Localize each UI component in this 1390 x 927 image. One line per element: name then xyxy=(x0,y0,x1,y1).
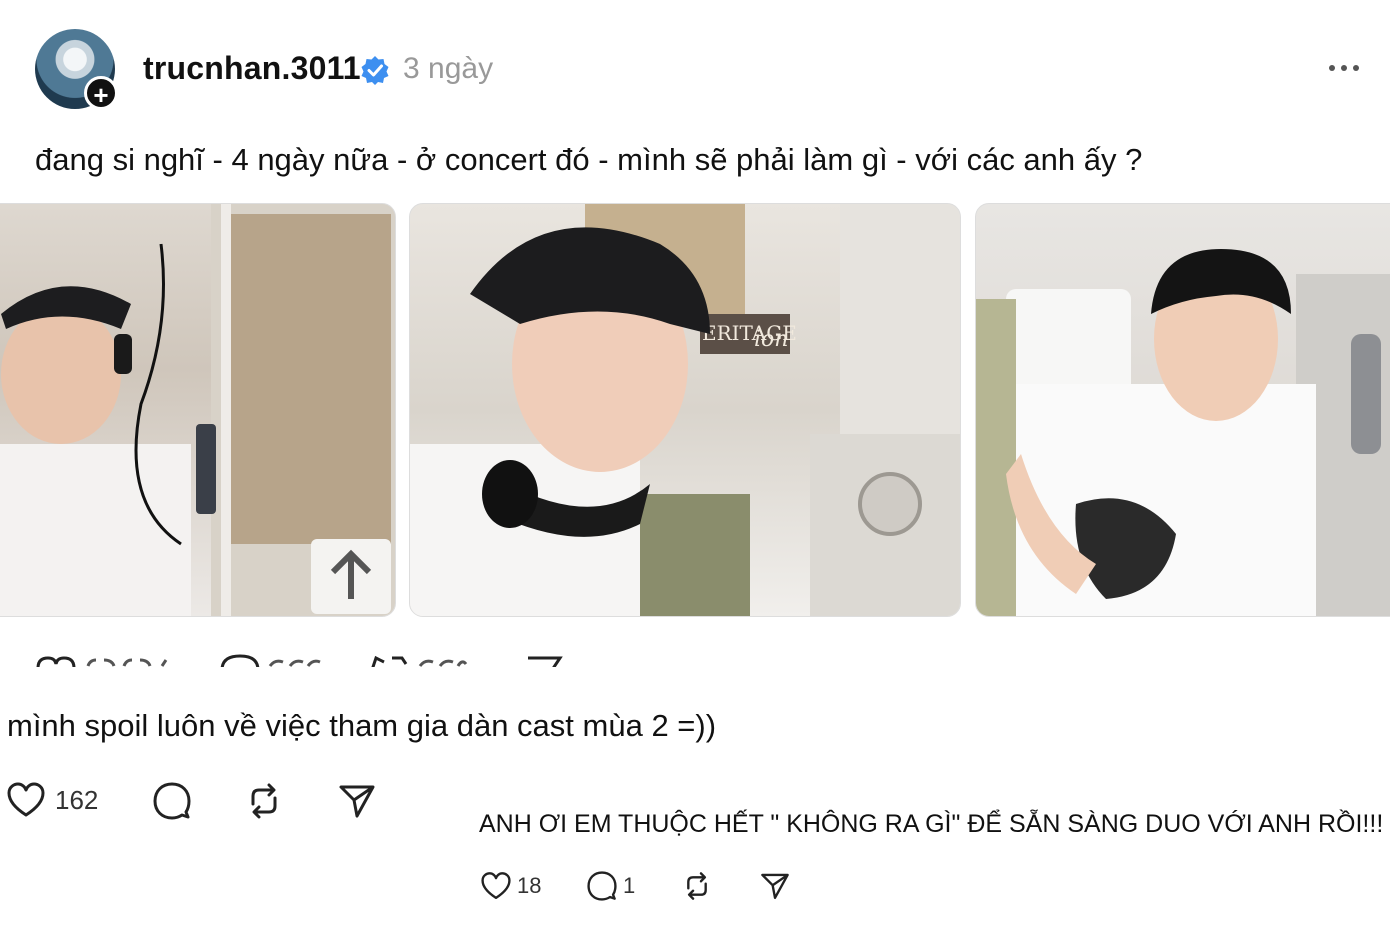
reply-2-comment-count: 1 xyxy=(623,873,636,898)
svg-text:ion: ion xyxy=(754,327,788,352)
reply-2-like-button[interactable]: 18 xyxy=(481,871,541,901)
reply-2-repost-button[interactable] xyxy=(682,871,712,901)
photo-2-illustration: ERITAGE ion xyxy=(410,204,960,616)
reply-1-share-button[interactable] xyxy=(338,782,376,820)
verified-icon xyxy=(361,56,389,85)
follow-plus-icon[interactable]: + xyxy=(84,76,118,110)
reply-2-text: ANH ƠI EM THUỘC HẾT " KHÔNG RA GÌ" ĐỂ SẴ… xyxy=(479,810,1384,838)
share-icon xyxy=(528,656,563,667)
comment-icon xyxy=(153,782,191,820)
heart-icon xyxy=(36,656,76,667)
post-photo-3[interactable] xyxy=(975,203,1390,617)
share-icon xyxy=(339,785,375,818)
reply-1-comment-button[interactable] xyxy=(153,782,191,820)
repost-icon xyxy=(251,783,277,819)
photo-1-illustration xyxy=(0,204,395,616)
more-icon[interactable] xyxy=(1328,58,1360,78)
repost-icon xyxy=(371,655,408,667)
reply-1-like-count: 162 xyxy=(55,784,99,815)
share-icon xyxy=(761,873,789,900)
photo-3-illustration xyxy=(976,249,1390,616)
reply-1-like-button[interactable]: 162 xyxy=(7,782,98,818)
post-time: 3 ngày xyxy=(403,52,494,85)
heart-icon xyxy=(7,782,45,817)
comment-icon xyxy=(220,654,260,667)
reply-2-like-count: 18 xyxy=(517,873,542,898)
reply-2-share-button[interactable] xyxy=(760,871,790,901)
repost-icon xyxy=(687,872,707,900)
heart-icon xyxy=(481,872,511,900)
username[interactable]: trucnhan.3011 xyxy=(143,50,361,87)
reply-1-repost-button[interactable] xyxy=(245,782,283,820)
post-photo-1[interactable] xyxy=(0,203,396,617)
post-photo-2[interactable]: ERITAGE ion xyxy=(409,203,961,617)
reply-2-comment-button[interactable]: 1 xyxy=(587,871,635,901)
post-actions-row-partial xyxy=(0,650,700,667)
comment-icon xyxy=(587,871,617,901)
post-text: đang si nghĩ - 4 ngày nữa - ở concert đó… xyxy=(35,142,1143,177)
reply-1-text: mình spoil luôn về việc tham gia dàn cas… xyxy=(7,708,717,743)
